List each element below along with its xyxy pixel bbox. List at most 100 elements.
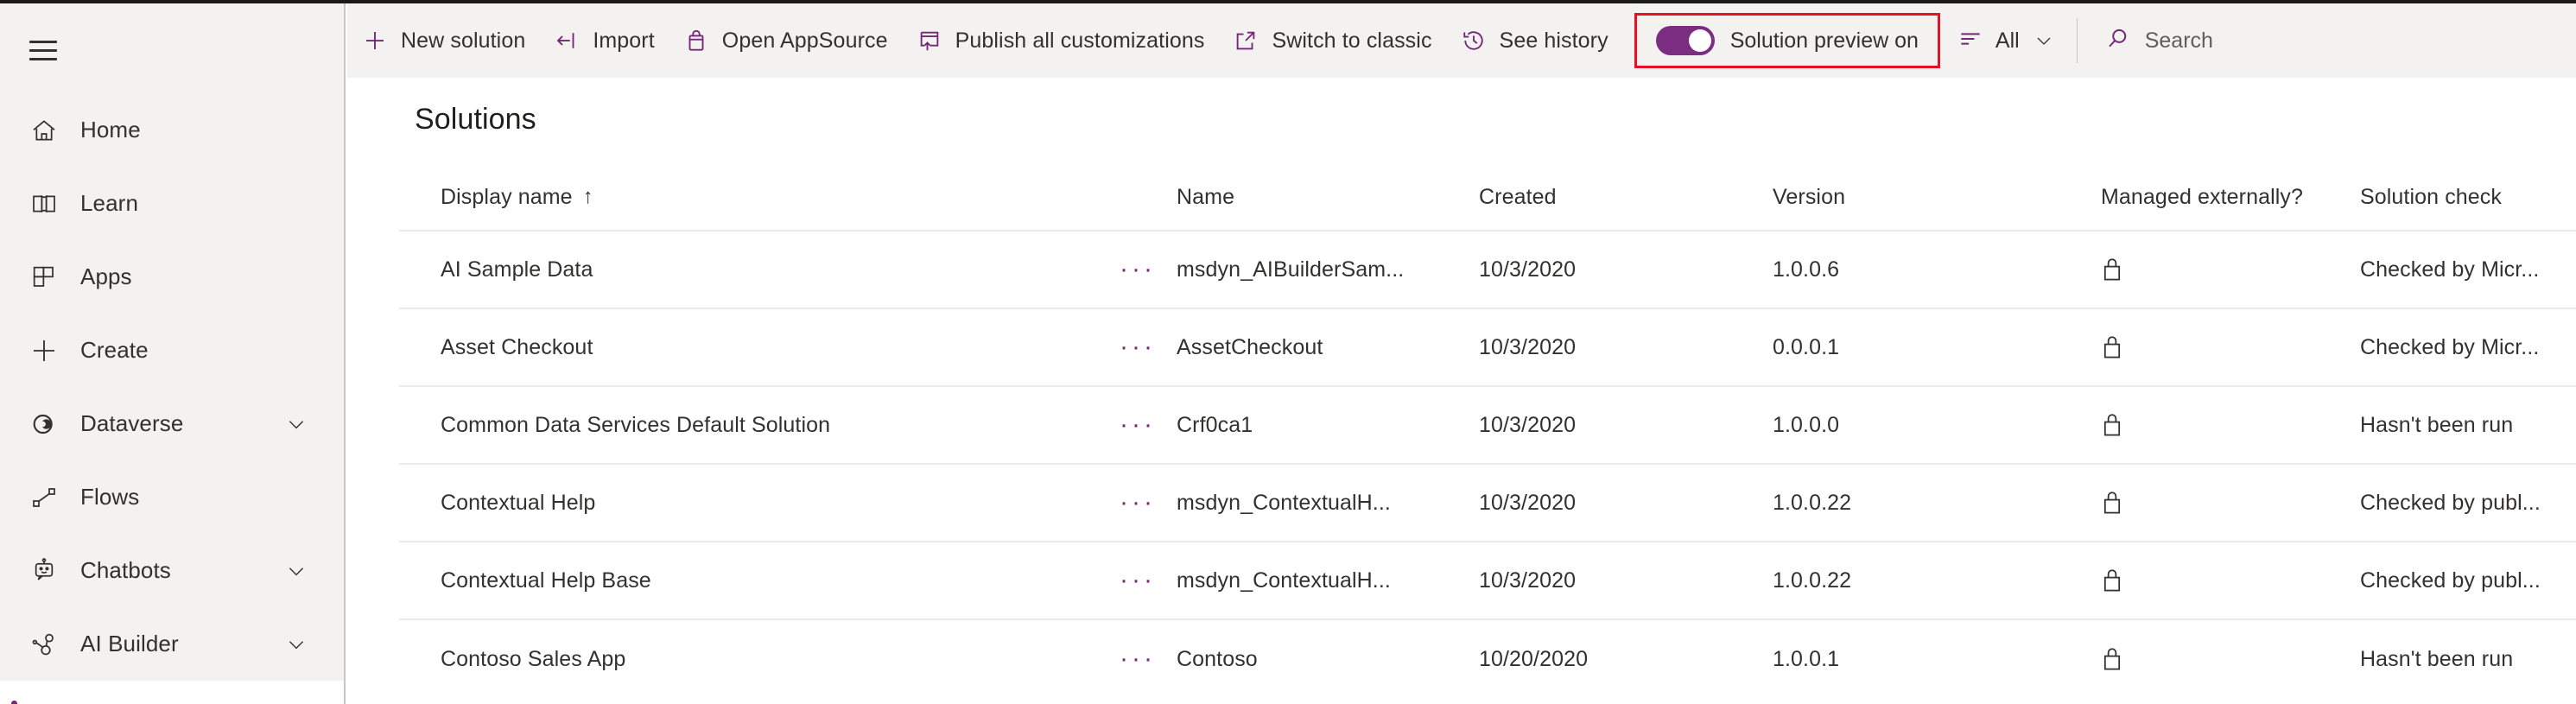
command-bar-divider xyxy=(2076,18,2078,63)
cell-managed-externally xyxy=(2101,568,2360,593)
table-row[interactable]: Contoso Sales App ··· Contoso 10/20/2020… xyxy=(399,620,2576,698)
table-row[interactable]: Asset Checkout ··· AssetCheckout 10/3/20… xyxy=(399,309,2576,387)
left-navigation-sidebar: Home Learn Apps Create Dataverse Flows C… xyxy=(0,3,346,704)
more-options-icon[interactable]: ··· xyxy=(1120,334,1156,360)
sidebar-item-solutions[interactable]: Solutions xyxy=(0,681,344,704)
cell-name: msdyn_ContextualH... xyxy=(1177,490,1391,515)
cell-created: 10/3/2020 xyxy=(1479,412,1577,437)
more-options-icon[interactable]: ··· xyxy=(1120,568,1156,593)
column-header-solution-check[interactable]: Solution check xyxy=(2360,185,2576,210)
row-more-menu[interactable]: ··· xyxy=(1099,646,1177,672)
ai-builder-icon xyxy=(29,629,60,660)
external-link-icon xyxy=(1232,27,1259,54)
open-appsource-button[interactable]: Open AppSource xyxy=(669,3,902,78)
chevron-down-icon[interactable] xyxy=(2034,30,2054,51)
hamburger-menu-icon[interactable] xyxy=(19,26,67,74)
row-more-menu[interactable]: ··· xyxy=(1099,568,1177,593)
filter-all-dropdown[interactable]: All xyxy=(1940,3,2065,78)
cell-created: 10/20/2020 xyxy=(1479,646,1589,671)
cell-managed-externally xyxy=(2101,257,2360,282)
more-options-icon[interactable]: ··· xyxy=(1120,646,1156,672)
cell-name: Crf0ca1 xyxy=(1177,412,1253,437)
open-appsource-label: Open AppSource xyxy=(721,28,888,53)
book-icon xyxy=(29,188,60,219)
cell-created: 10/3/2020 xyxy=(1479,257,1577,282)
sidebar-item-dataverse[interactable]: Dataverse xyxy=(0,387,344,460)
page-title: Solutions xyxy=(415,103,536,136)
switch-to-classic-button[interactable]: Switch to classic xyxy=(1218,3,1445,78)
row-more-menu[interactable]: ··· xyxy=(1099,490,1177,516)
cell-version: 0.0.0.1 xyxy=(1773,334,1840,359)
cell-name: msdyn_AIBuilderSam... xyxy=(1177,257,1405,282)
import-button[interactable]: Import xyxy=(539,3,668,78)
main-content: Solutions Display name ↑ Name Created Ve… xyxy=(347,78,2576,704)
history-clock-icon xyxy=(1460,27,1488,54)
row-more-menu[interactable]: ··· xyxy=(1099,412,1177,438)
row-more-menu[interactable]: ··· xyxy=(1099,257,1177,282)
new-solution-button[interactable]: New solution xyxy=(347,3,539,78)
sidebar-item-label: Learn xyxy=(80,190,138,216)
cell-display-name[interactable]: Contextual Help xyxy=(399,491,1099,516)
solutions-table: Display name ↑ Name Created Version Mana… xyxy=(399,164,2576,698)
sidebar-item-apps[interactable]: Apps xyxy=(0,240,344,314)
publish-all-label: Publish all customizations xyxy=(955,28,1205,53)
row-more-menu[interactable]: ··· xyxy=(1099,334,1177,360)
hamburger-line xyxy=(29,48,57,52)
switch-to-classic-label: Switch to classic xyxy=(1272,28,1432,53)
chatbot-icon xyxy=(29,555,60,587)
sidebar-item-label: Flows xyxy=(80,484,140,510)
toggle-knob xyxy=(1688,29,1711,52)
cell-display-name[interactable]: AI Sample Data xyxy=(399,257,1099,282)
column-header-version[interactable]: Version xyxy=(1773,185,2101,210)
more-options-icon[interactable]: ··· xyxy=(1120,412,1156,438)
search-input[interactable]: Search xyxy=(2090,3,2229,78)
sidebar-item-chatbots[interactable]: Chatbots xyxy=(0,534,344,607)
shopping-bag-icon xyxy=(682,27,710,54)
cell-display-name[interactable]: Asset Checkout xyxy=(399,335,1099,360)
hamburger-line xyxy=(29,57,57,60)
chevron-down-icon[interactable] xyxy=(285,633,308,656)
column-header-created[interactable]: Created xyxy=(1479,185,1773,210)
cell-managed-externally xyxy=(2101,412,2360,438)
power-apps-solutions-screen: Home Learn Apps Create Dataverse Flows C… xyxy=(0,0,2576,704)
cell-display-name[interactable]: Contextual Help Base xyxy=(399,568,1099,593)
column-header-display-name[interactable]: Display name ↑ xyxy=(399,185,1099,210)
solution-preview-toggle[interactable]: Solution preview on xyxy=(1634,13,1940,68)
sidebar-item-home[interactable]: Home xyxy=(0,93,344,167)
solution-preview-label: Solution preview on xyxy=(1729,28,1919,53)
publish-all-customizations-button[interactable]: Publish all customizations xyxy=(902,3,1219,78)
sidebar-item-label: Chatbots xyxy=(80,557,171,583)
dataverse-icon xyxy=(29,409,60,440)
toggle-switch-on[interactable] xyxy=(1655,26,1715,55)
table-row[interactable]: Common Data Services Default Solution ··… xyxy=(399,387,2576,465)
hamburger-line xyxy=(29,40,57,43)
home-icon xyxy=(29,115,60,146)
column-header-name[interactable]: Name xyxy=(1177,185,1479,210)
cell-solution-check: Checked by Micr... xyxy=(2360,334,2540,359)
cell-solution-check: Checked by Micr... xyxy=(2360,257,2540,282)
sidebar-item-flows[interactable]: Flows xyxy=(0,460,344,534)
cell-solution-check: Hasn't been run xyxy=(2360,646,2514,671)
more-options-icon[interactable]: ··· xyxy=(1120,257,1156,282)
cell-display-name[interactable]: Common Data Services Default Solution xyxy=(399,413,1099,438)
cell-display-name[interactable]: Contoso Sales App xyxy=(399,647,1099,672)
cell-name: Contoso xyxy=(1177,646,1258,671)
column-header-label: Display name xyxy=(441,184,573,209)
see-history-button[interactable]: See history xyxy=(1446,3,1622,78)
cell-created: 10/3/2020 xyxy=(1479,568,1577,593)
chevron-down-icon[interactable] xyxy=(285,560,308,582)
apps-grid-icon xyxy=(29,262,60,293)
sidebar-item-ai-builder[interactable]: AI Builder xyxy=(0,607,344,681)
sidebar-item-learn[interactable]: Learn xyxy=(0,167,344,240)
chevron-down-icon[interactable] xyxy=(285,413,308,435)
table-row[interactable]: Contextual Help ··· msdyn_ContextualH...… xyxy=(399,465,2576,542)
sidebar-item-create[interactable]: Create xyxy=(0,314,344,387)
table-row[interactable]: AI Sample Data ··· msdyn_AIBuilderSam...… xyxy=(399,231,2576,309)
search-icon xyxy=(2105,26,2131,56)
more-options-icon[interactable]: ··· xyxy=(1120,490,1156,516)
import-icon xyxy=(553,27,581,54)
column-header-managed-externally[interactable]: Managed externally? xyxy=(2101,185,2360,210)
cell-version: 1.0.0.1 xyxy=(1773,646,1840,671)
table-row[interactable]: Contextual Help Base ··· msdyn_Contextua… xyxy=(399,542,2576,620)
search-placeholder: Search xyxy=(2144,28,2213,53)
